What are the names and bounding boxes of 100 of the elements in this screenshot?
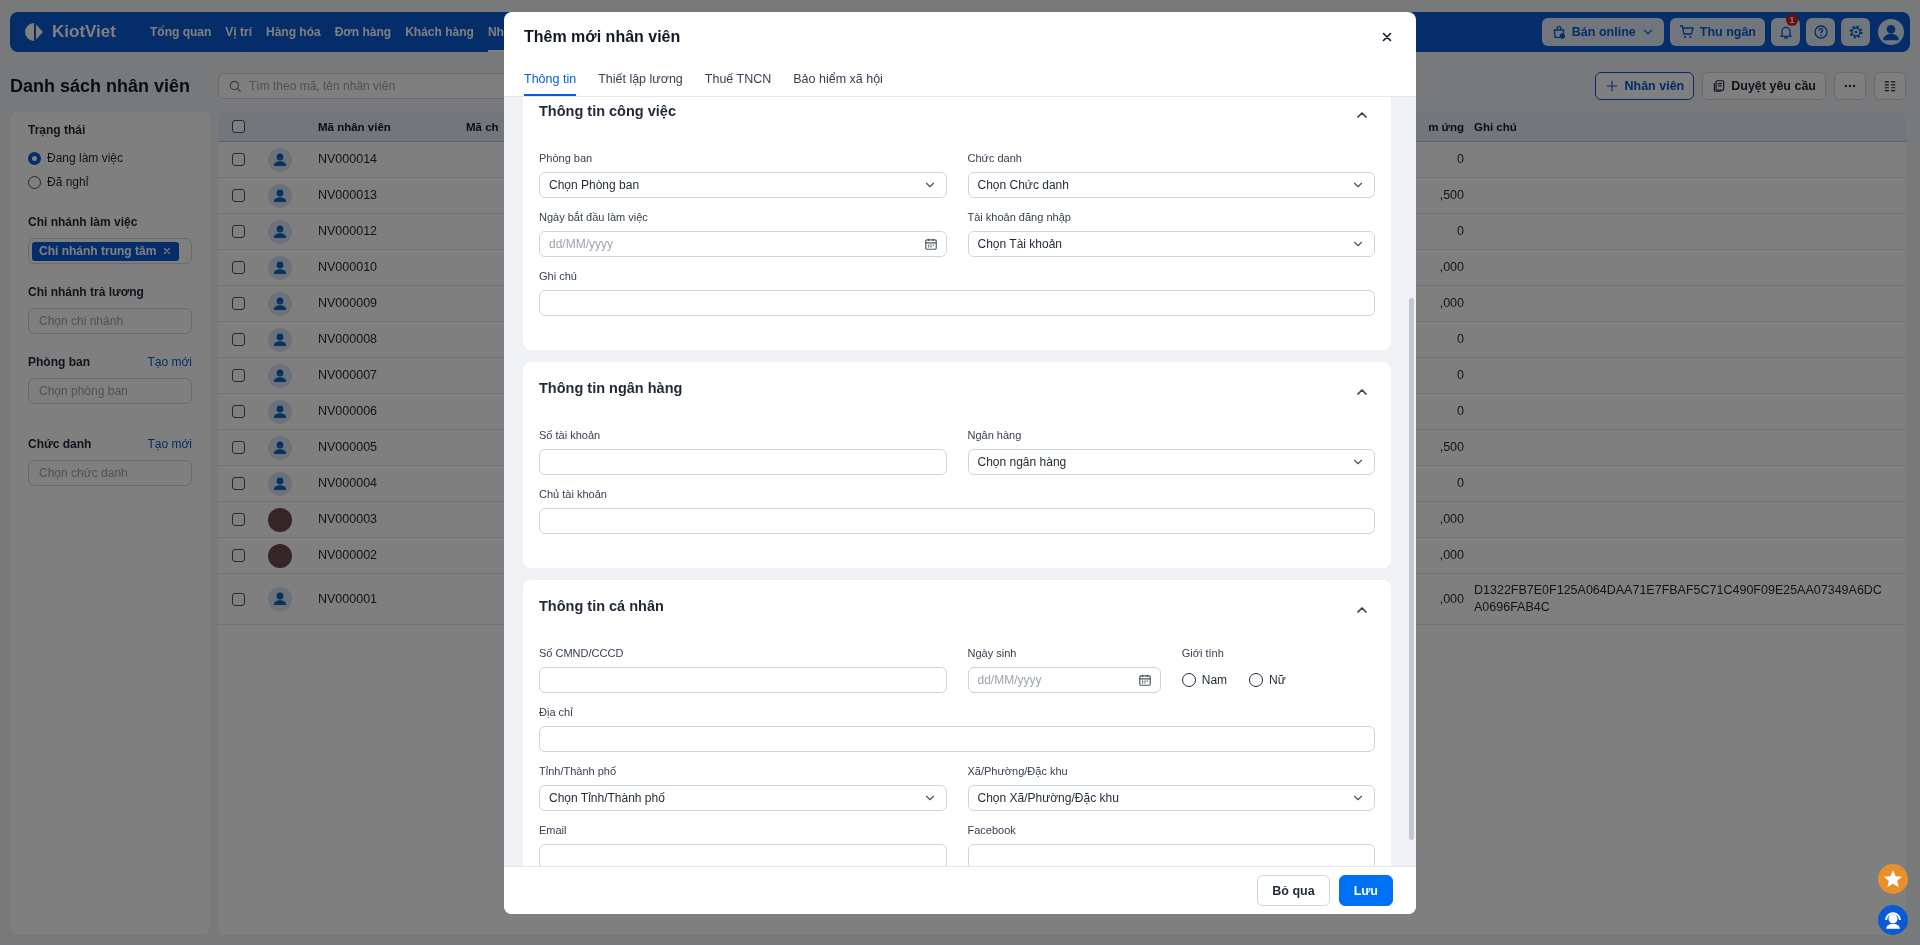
radio-button[interactable] (1181, 673, 1196, 687)
scrollbar-thumb[interactable] (1409, 298, 1414, 840)
settings-icon (1847, 24, 1864, 40)
table-cell: NV000014 (318, 151, 378, 168)
checkbox[interactable] (232, 333, 245, 346)
field-label: Tỉnh/Thành phố (539, 764, 618, 778)
settings-button[interactable] (1841, 18, 1870, 46)
page-title: Danh sách nhân viên (10, 75, 192, 97)
section-title: Thông tin công việc (539, 102, 676, 121)
remove-icon[interactable] (162, 246, 173, 256)
save-button[interactable]: Lưu (1338, 875, 1393, 906)
tab[interactable]: Thiết lập lương (598, 62, 683, 96)
text-field[interactable] (539, 667, 947, 693)
checkbox[interactable] (232, 261, 245, 274)
dropdown-field[interactable]: Chọn Tỉnh/Thành phố (539, 785, 947, 811)
field-label: Ngân hàng (967, 428, 1023, 442)
cashier-button[interactable]: Thu ngân (1669, 18, 1765, 46)
table-cell: NV000003 (318, 511, 378, 528)
column-header[interactable]: Mã nhân viên (318, 120, 391, 133)
radio-button[interactable] (28, 175, 41, 189)
radio-label[interactable]: Đã nghỉ (47, 175, 89, 189)
branch-select-field[interactable]: Chi nhánh trung tâm (28, 238, 192, 264)
checkbox[interactable] (232, 297, 245, 310)
close-icon (1380, 30, 1394, 44)
table-cell: NV000005 (318, 439, 378, 456)
dropdown-field[interactable]: Chọn Phòng ban (539, 172, 947, 198)
table-cell: ,000 (1439, 590, 1464, 608)
column-header[interactable]: m ứng (1428, 120, 1464, 133)
help-icon (1812, 24, 1829, 40)
nav-link[interactable]: Tổng quan (150, 12, 212, 52)
radio-button[interactable] (1249, 673, 1264, 687)
date-field[interactable]: dd/MM/yyyy (967, 667, 1161, 693)
column-header[interactable]: Mã ch (466, 120, 499, 133)
add-employee-button[interactable]: Nhân viên (1595, 72, 1695, 100)
table-cell: ,500 (1439, 439, 1464, 456)
field-label: Giới tính (1181, 646, 1225, 660)
filter-title: Chức danh (28, 437, 92, 451)
field-label: Số tài khoản (539, 428, 602, 442)
branch-tag[interactable]: Chi nhánh trung tâm (32, 241, 180, 261)
create-new-link[interactable]: Tạo mới (147, 355, 192, 369)
radio-label[interactable]: Đang làm việc (47, 151, 124, 165)
search-icon (228, 79, 242, 93)
nav-link[interactable]: Hàng hóa (266, 12, 321, 52)
approve-requests-button[interactable]: Duyệt yêu cầu (1702, 72, 1826, 100)
table-cell: 0 (1457, 151, 1464, 168)
table-cell: NV000013 (318, 187, 378, 204)
list-icon (1883, 79, 1897, 93)
table-cell: NV000010 (318, 259, 378, 276)
checkbox[interactable] (232, 592, 245, 606)
tab[interactable]: Thuế TNCN (704, 62, 772, 96)
cancel-button[interactable]: Bỏ qua (1257, 875, 1330, 906)
logo-text[interactable]: KiotViet (52, 22, 116, 42)
online-sales-button[interactable]: Bán online (1541, 18, 1664, 46)
dropdown-field[interactable]: Chọn Tài khoản (967, 231, 1375, 257)
radio-button[interactable] (28, 151, 41, 165)
table-cell: NV000012 (318, 223, 378, 240)
nav-link[interactable]: Đơn hàng (334, 12, 392, 52)
text-field[interactable] (539, 508, 1375, 534)
checkbox[interactable] (232, 513, 245, 526)
dropdown-field[interactable]: Chọn Xã/Phường/Đặc khu (967, 785, 1375, 811)
dropdown-field[interactable]: Chọn Chức danh (967, 172, 1375, 198)
text-field[interactable] (539, 449, 947, 475)
radio-label[interactable]: Nữ (1269, 673, 1286, 687)
section-title: Thông tin ngân hàng (539, 379, 683, 398)
table-cell: 0 (1457, 331, 1464, 348)
checkbox[interactable] (232, 441, 245, 454)
text-field[interactable] (539, 290, 1375, 316)
checkbox[interactable] (232, 369, 245, 382)
checkbox[interactable] (232, 225, 245, 238)
nav-link[interactable]: Khách hàng (405, 12, 474, 52)
dropdown-field[interactable]: Chọn ngân hàng (967, 449, 1375, 475)
checkbox[interactable] (232, 549, 245, 562)
field-label: Xã/Phường/Đặc khu (967, 764, 1069, 778)
filter-title: Chi nhánh làm việc (28, 215, 138, 229)
checkbox[interactable] (232, 189, 245, 202)
nav-link[interactable]: Vị trí (225, 12, 252, 52)
user-avatar-icon[interactable] (1878, 19, 1904, 45)
radio-label[interactable]: Nam (1201, 673, 1228, 687)
text-field[interactable] (539, 844, 947, 866)
checkbox[interactable] (232, 405, 245, 418)
field-label: Ngày bắt đầu làm việc (539, 210, 649, 224)
text-field[interactable] (967, 844, 1375, 866)
checkbox[interactable] (232, 120, 245, 133)
support-agent-icon[interactable] (1878, 905, 1908, 935)
text-field[interactable] (539, 726, 1375, 752)
column-header[interactable]: Ghi chú (1474, 120, 1517, 133)
create-new-link[interactable]: Tạo mới (147, 437, 192, 451)
calendar-icon (1137, 673, 1152, 687)
filter-title: Phòng ban (28, 355, 90, 369)
tab[interactable]: Bảo hiểm xã hội (793, 62, 883, 96)
checkbox[interactable] (232, 477, 245, 490)
table-cell: NV000009 (318, 295, 378, 312)
field-label: Phòng ban (539, 151, 594, 165)
logo-icon[interactable] (22, 20, 46, 44)
date-field[interactable]: dd/MM/yyyy (539, 231, 947, 257)
column-layout-button[interactable] (1874, 72, 1906, 100)
checkbox[interactable] (232, 153, 245, 166)
help-button[interactable] (1806, 18, 1835, 46)
table-cell: NV000006 (318, 403, 378, 420)
filter-title: Chi nhánh trả lương (28, 285, 144, 299)
